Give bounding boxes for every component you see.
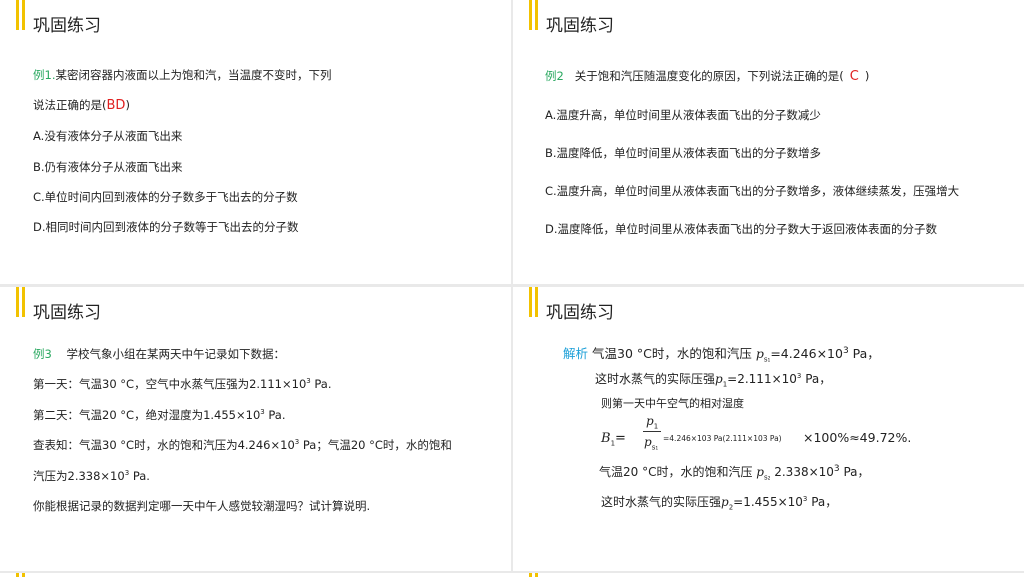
known-line-2: 汽压为2.338×103 Pa. bbox=[33, 469, 150, 483]
example-label: 例2 bbox=[545, 69, 564, 83]
ask-line: 你能根据记录的数据判定哪一天中午人感觉较潮湿吗？试计算说明. bbox=[33, 499, 371, 513]
accent-bar bbox=[22, 0, 25, 30]
known-line: 查表知：气温30 °C时，水的饱和汽压为4.246×103 Pa；气温20 °C… bbox=[33, 438, 452, 452]
exercise-panel-2: 巩固练习 例2 关于饱和汽压随温度变化的原因，下列说法正确的是(C) A.温度升… bbox=[513, 0, 1024, 284]
solution-line-2: 这时水蒸气的实际压强p1=2.111×103 Pa， bbox=[595, 372, 832, 389]
formula-small-calc: =4.246×103 Pa(2.111×103 Pa) bbox=[663, 434, 782, 443]
solution-panel: 巩固练习 解析 气温30 °C时，水的饱和汽压 ps₁=4.246×103 Pa… bbox=[513, 287, 1024, 571]
formula-numerator: p1 bbox=[646, 414, 659, 431]
solution-line-5: 气温20 °C时，水的饱和汽压 ps₂ 2.338×103 Pa， bbox=[599, 464, 870, 482]
panel-title: 巩固练习 bbox=[33, 303, 101, 323]
question-line: 例1.某密闭容器内液面以上为饱和汽，当温度不变时，下列 bbox=[33, 68, 332, 82]
example-label: 例3 bbox=[33, 347, 52, 361]
option-a: A.温度升高，单位时间里从液体表面飞出的分子数减少 bbox=[545, 108, 821, 122]
example-label: 例1. bbox=[33, 68, 56, 82]
exercise-panel-1: 巩固练习 例1.某密闭容器内液面以上为饱和汽，当温度不变时，下列 说法正确的是(… bbox=[0, 0, 511, 284]
option-d: D.相同时间内回到液体的分子数等于飞出去的分子数 bbox=[33, 220, 299, 234]
formula-lhs: B1= bbox=[601, 431, 626, 448]
option-c: C.温度升高，单位时间里从液体表面飞出的分子数增多，液体继续蒸发，压强增大 bbox=[545, 184, 960, 198]
solution-line-6: 这时水蒸气的实际压强p2=1.455×103 Pa， bbox=[601, 495, 838, 512]
accent-bar bbox=[535, 573, 538, 577]
option-b: B.仍有液体分子从液面飞出来 bbox=[33, 160, 183, 174]
accent-bar bbox=[22, 287, 25, 317]
fraction-bar bbox=[643, 431, 661, 432]
panel-title: 巩固练习 bbox=[546, 16, 614, 36]
accent-bar bbox=[529, 0, 532, 30]
formula-denominator: ps₁ bbox=[644, 435, 659, 452]
question-line: 例2 关于饱和汽压随温度变化的原因，下列说法正确的是(C) bbox=[545, 69, 870, 84]
accent-bar bbox=[529, 287, 532, 317]
option-a: A.没有液体分子从液面飞出来 bbox=[33, 129, 183, 143]
accent-bar bbox=[535, 287, 538, 317]
exercise-panel-3: 巩固练习 例3 学校气象小组在某两天中午记录如下数据： 第一天：气温30 °C，… bbox=[0, 287, 511, 571]
accent-bar bbox=[529, 573, 532, 577]
answer: C bbox=[849, 69, 859, 84]
analysis-label: 解析 bbox=[563, 346, 589, 361]
panel-title: 巩固练习 bbox=[546, 303, 614, 323]
answer: BD bbox=[106, 98, 126, 113]
accent-bar bbox=[16, 0, 19, 30]
accent-bar bbox=[16, 573, 19, 577]
panel-title: 巩固练习 bbox=[33, 16, 101, 36]
accent-bar bbox=[535, 0, 538, 30]
solution-line-1: 解析 气温30 °C时，水的饱和汽压 ps₁=4.246×103 Pa， bbox=[563, 345, 880, 364]
question-line: 例3 学校气象小组在某两天中午记录如下数据： bbox=[33, 347, 285, 361]
data-line-day1: 第一天：气温30 °C，空气中水蒸气压强为2.111×103 Pa. bbox=[33, 377, 332, 391]
solution-line-3: 则第一天中午空气的相对湿度 bbox=[601, 397, 744, 410]
accent-bar bbox=[22, 573, 25, 577]
option-c: C.单位时间内回到液体的分子数多于飞出去的分子数 bbox=[33, 190, 298, 204]
question-line: 说法正确的是(BD) bbox=[33, 98, 130, 113]
formula-result: ×100%≈49.72%. bbox=[803, 430, 912, 445]
accent-bar bbox=[16, 287, 19, 317]
option-d: D.温度降低，单位时间里从液体表面飞出的分子数大于返回液体表面的分子数 bbox=[545, 222, 938, 236]
data-line-day2: 第二天：气温20 °C，绝对湿度为1.455×103 Pa. bbox=[33, 408, 286, 422]
option-b: B.温度降低，单位时间里从液体表面飞出的分子数增多 bbox=[545, 146, 822, 160]
next-slide-edge bbox=[0, 573, 1024, 577]
